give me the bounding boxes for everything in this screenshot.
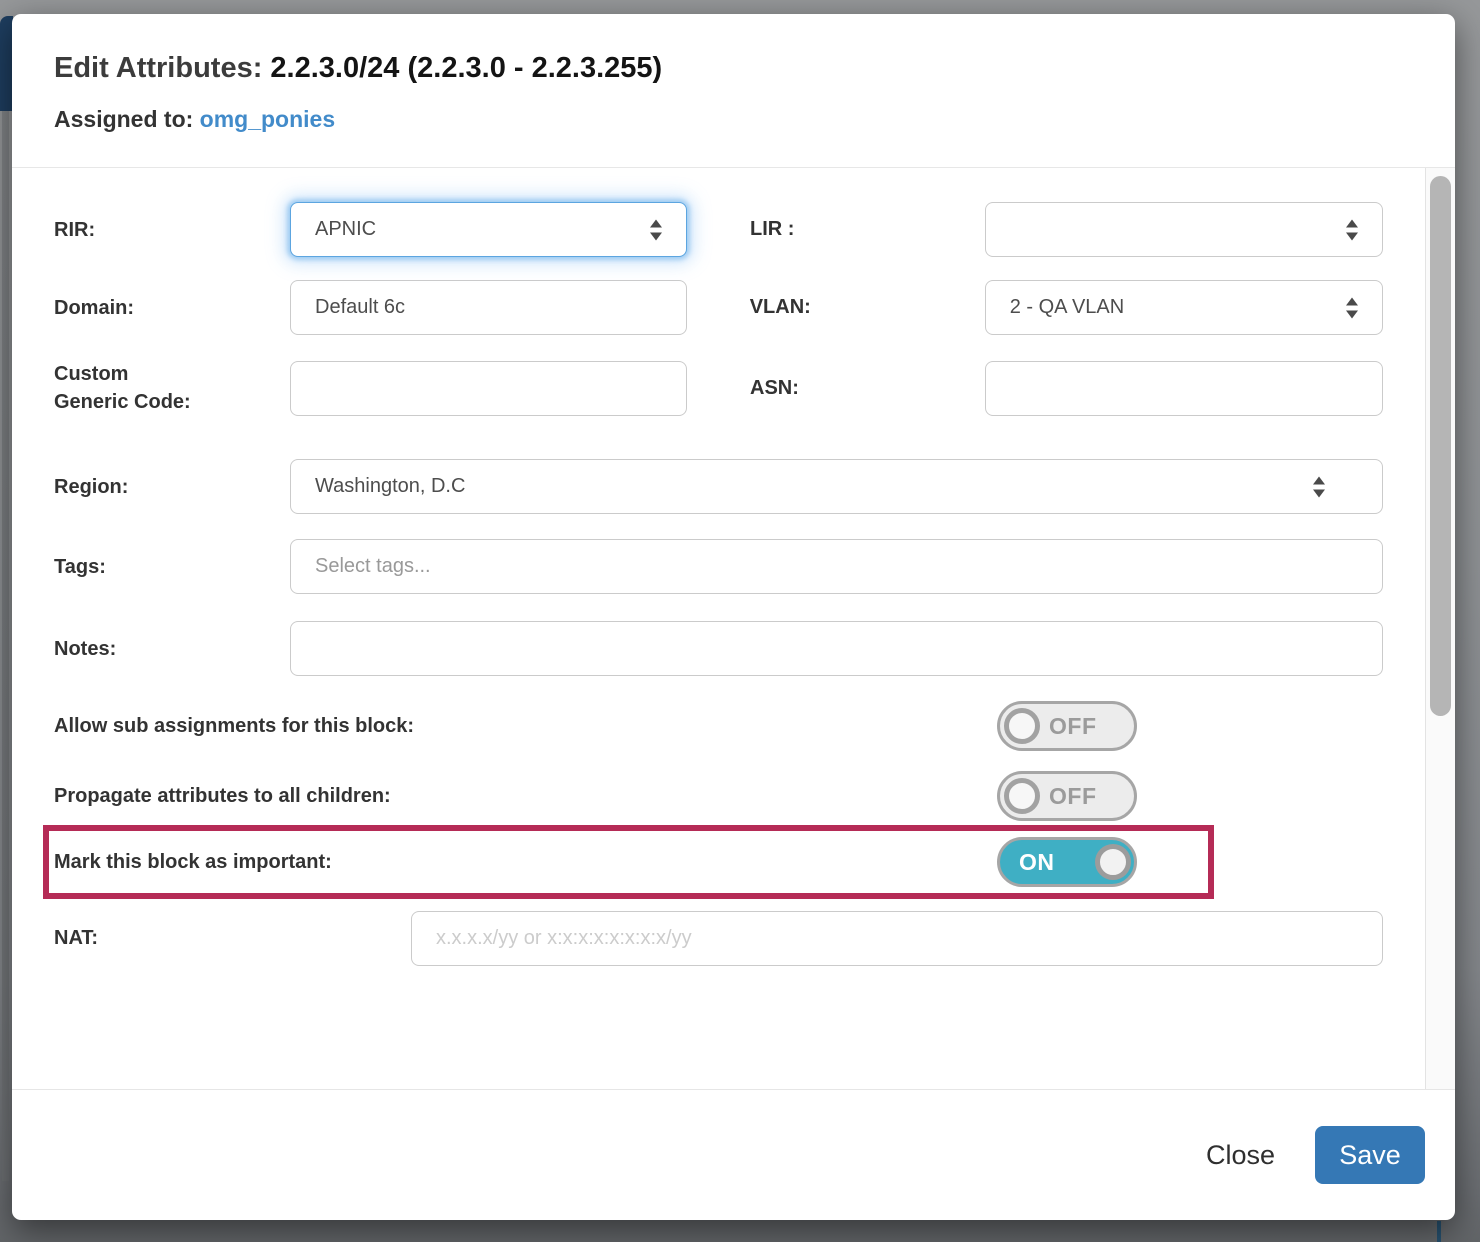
assigned-to-link[interactable]: omg_ponies — [200, 106, 335, 132]
vlan-select-value: 2 - QA VLAN — [1010, 296, 1125, 319]
row-allow-sub-assignments: Allow sub assignments for this block: OF… — [54, 701, 1383, 751]
modal-left-shadow — [2, 111, 9, 1181]
toggle-knob — [1004, 708, 1040, 744]
lir-select[interactable] — [985, 202, 1383, 257]
nat-input[interactable] — [411, 911, 1383, 966]
row-tags: Tags: — [54, 539, 1383, 594]
allow-sub-assignments-toggle[interactable]: OFF — [997, 701, 1137, 751]
notes-input[interactable] — [290, 621, 1383, 676]
assigned-to-label: Assigned to: — [54, 106, 193, 132]
modal-title: Edit Attributes: 2.2.3.0/24 (2.2.3.0 - 2… — [54, 52, 1425, 84]
row-region: Region: Washington, D.C — [54, 459, 1383, 514]
modal-title-block: 2.2.3.0/24 (2.2.3.0 - 2.2.3.255) — [270, 52, 662, 84]
rir-select-value: APNIC — [315, 218, 376, 241]
vlan-select[interactable]: 2 - QA VLAN — [985, 280, 1383, 335]
asn-label: ASN: — [750, 377, 985, 400]
custom-generic-code-input[interactable] — [290, 361, 687, 416]
updown-arrows-icon — [1344, 218, 1360, 241]
row-notes: Notes: — [54, 621, 1383, 676]
modal-header: Edit Attributes: 2.2.3.0/24 (2.2.3.0 - 2… — [12, 14, 1455, 168]
row-propagate-attributes: Propagate attributes to all children: OF… — [54, 771, 1383, 821]
mark-important-highlight-box: Mark this block as important: ON — [43, 825, 1214, 899]
tags-label: Tags: — [54, 553, 290, 581]
save-button[interactable]: Save — [1315, 1126, 1425, 1184]
asn-input[interactable] — [985, 361, 1383, 416]
region-select[interactable]: Washington, D.C — [290, 459, 1383, 514]
background-page-edge — [1437, 1221, 1441, 1242]
assigned-to-line: Assigned to: omg_ponies — [54, 106, 1425, 133]
modal-footer: Close Save — [12, 1089, 1455, 1220]
mark-important-label: Mark this block as important: — [54, 851, 997, 874]
toggle-knob — [1095, 844, 1131, 880]
modal-title-prefix: Edit Attributes: — [54, 52, 262, 84]
close-button[interactable]: Close — [1206, 1140, 1275, 1171]
lir-label: LIR : — [750, 218, 985, 241]
row-cgc-asn: Custom Generic Code: ASN: — [54, 360, 1383, 416]
mark-important-toggle[interactable]: ON — [997, 837, 1137, 887]
domain-label: Domain: — [54, 294, 290, 322]
domain-input[interactable] — [290, 280, 687, 335]
row-domain-vlan: Domain: VLAN: 2 - QA VLAN — [54, 280, 1383, 335]
rir-label: RIR: — [54, 216, 290, 244]
toggle-knob — [1004, 778, 1040, 814]
notes-label: Notes: — [54, 635, 290, 663]
updown-arrows-icon — [1344, 296, 1360, 319]
row-nat: NAT: — [54, 911, 1383, 966]
edit-attributes-modal: Edit Attributes: 2.2.3.0/24 (2.2.3.0 - 2… — [12, 14, 1455, 1220]
updown-arrows-icon — [648, 218, 664, 241]
toggle-state-label: OFF — [1049, 713, 1097, 740]
modal-scrollbar[interactable] — [1425, 168, 1455, 1089]
region-label: Region: — [54, 473, 290, 501]
nat-label: NAT: — [54, 927, 411, 950]
vlan-label: VLAN: — [750, 296, 985, 319]
tags-input[interactable] — [290, 539, 1383, 594]
scrollbar-thumb[interactable] — [1430, 176, 1451, 716]
propagate-attributes-toggle[interactable]: OFF — [997, 771, 1137, 821]
toggle-state-label: ON — [1019, 849, 1055, 876]
custom-generic-code-label: Custom Generic Code: — [54, 360, 290, 416]
modal-body: RIR: APNIC LIR : Domain: — [12, 168, 1455, 1089]
row-rir-lir: RIR: APNIC LIR : — [54, 202, 1383, 257]
propagate-attributes-label: Propagate attributes to all children: — [54, 785, 997, 808]
rir-select[interactable]: APNIC — [290, 202, 687, 257]
updown-arrows-icon — [1311, 475, 1327, 498]
region-select-value: Washington, D.C — [315, 475, 465, 498]
screen: Edit Attributes: 2.2.3.0/24 (2.2.3.0 - 2… — [0, 0, 1480, 1242]
toggle-state-label: OFF — [1049, 783, 1097, 810]
allow-sub-assignments-label: Allow sub assignments for this block: — [54, 715, 997, 738]
